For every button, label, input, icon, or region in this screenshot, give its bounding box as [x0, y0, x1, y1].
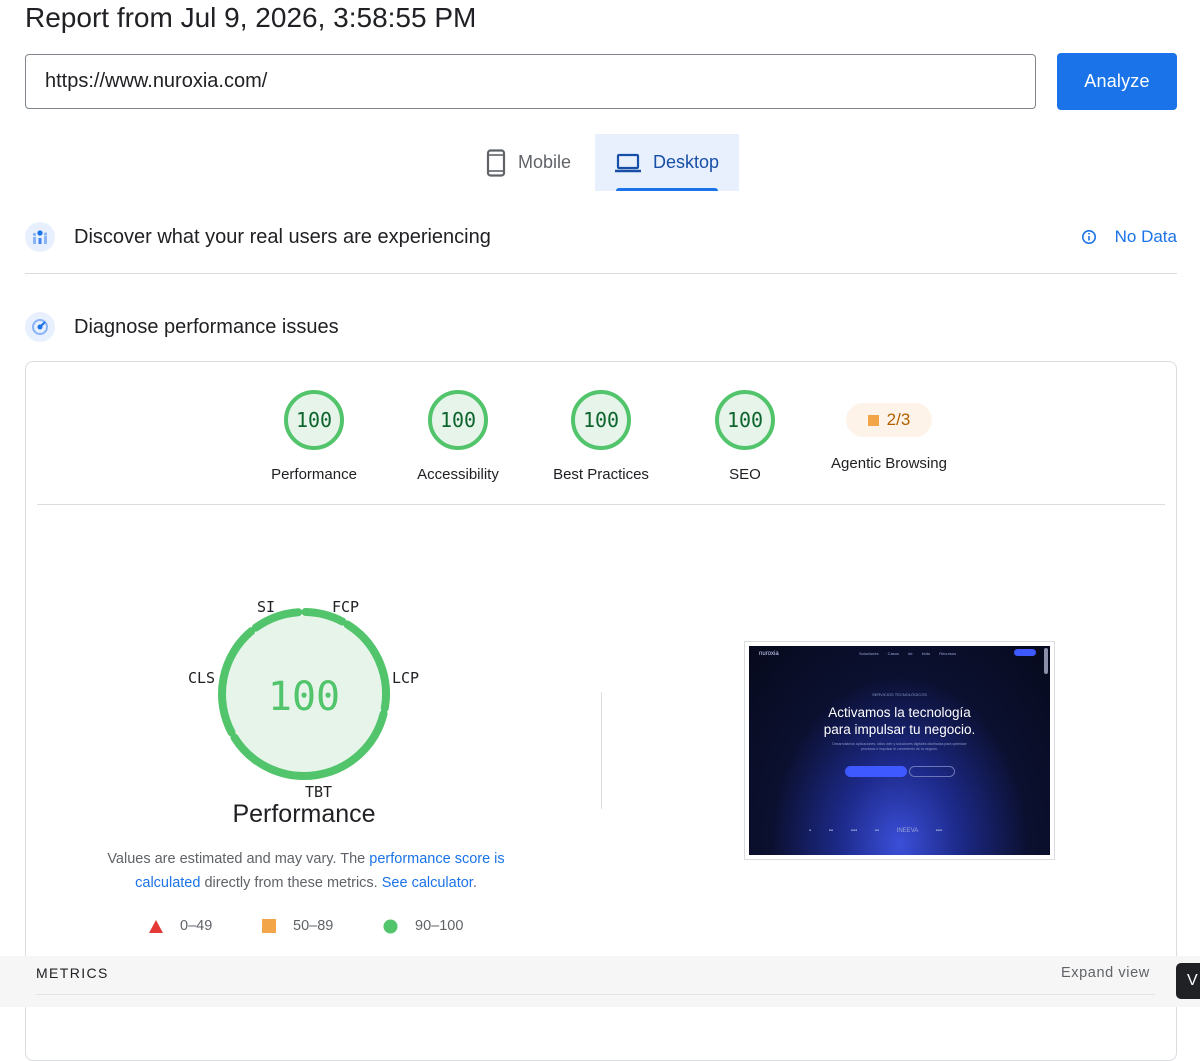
- metric-label-fcp: FCP: [332, 598, 360, 616]
- analyze-button[interactable]: Analyze: [1057, 53, 1177, 110]
- diagnose-section: Diagnose performance issues: [25, 312, 1177, 342]
- metrics-heading: METRICS: [36, 965, 109, 981]
- metric-label-tbt: TBT: [305, 783, 333, 801]
- score-label: Accessibility: [417, 466, 499, 483]
- field-data-title: Discover what your real users are experi…: [74, 225, 491, 248]
- agentic-score-pill: 2/3: [846, 403, 932, 437]
- url-input[interactable]: [25, 54, 1036, 109]
- score-performance[interactable]: 100 Performance: [234, 390, 394, 483]
- thumb-nav: Soluciones Casos de éxito Recursos: [859, 651, 957, 656]
- thumb-kicker: SERVICIOS TECNOLÓGICOS: [872, 692, 927, 697]
- diagnose-title: Diagnose performance issues: [74, 315, 339, 338]
- thumb-brand-logos: ▪ ▪▪ ▪▪▪ ▪▪ INEEVA ▪▪▪: [809, 828, 942, 834]
- legend-average: 50–89: [262, 918, 333, 934]
- metrics-divider: [36, 994, 1155, 995]
- thumb-headline-line: para impulsar tu negocio.: [823, 722, 976, 737]
- thumb-headline-line: Activamos la tecnología: [828, 705, 971, 720]
- triangle-icon: [149, 919, 163, 933]
- final-screenshot[interactable]: nuroxia Soluciones Casos de éxito Recurs…: [744, 641, 1055, 860]
- users-chart-icon: [25, 222, 55, 252]
- performance-score: 100: [268, 674, 340, 720]
- note-text: Values are estimated and may vary. The: [107, 851, 370, 867]
- agentic-label: Agentic Browsing: [831, 455, 947, 472]
- score-gauge: 100: [715, 390, 775, 450]
- thumb-scrollbar: [1044, 648, 1048, 674]
- corner-popup-button[interactable]: V: [1176, 963, 1200, 999]
- score-accessibility[interactable]: 100 Accessibility: [378, 390, 538, 483]
- metric-label-lcp: LCP: [392, 669, 420, 687]
- agentic-score: 2/3: [886, 410, 911, 429]
- thumb-secondary-button: [909, 766, 955, 777]
- vertical-divider: [601, 692, 602, 809]
- thumb-cta: [1014, 649, 1036, 656]
- metric-label-si: SI: [257, 598, 276, 616]
- metrics-bar: [0, 956, 1200, 1007]
- section-divider: [25, 273, 1177, 274]
- score-label: SEO: [729, 466, 761, 483]
- circle-icon: [383, 919, 398, 934]
- info-icon: [1081, 229, 1097, 245]
- thumb-subtext: Desarrollamos aplicaciones, sitios web y…: [832, 742, 967, 751]
- score-best-practices[interactable]: 100 Best Practices: [521, 390, 681, 483]
- metric-label-cls: CLS: [188, 669, 216, 687]
- page-screenshot-image: nuroxia Soluciones Casos de éxito Recurs…: [749, 646, 1050, 855]
- note-text: directly from these metrics.: [200, 875, 382, 891]
- gauge-icon: [25, 312, 55, 342]
- laptop-icon: [615, 153, 641, 173]
- average-square-icon: [867, 414, 879, 426]
- legend-average-label: 50–89: [293, 918, 334, 934]
- thumb-headline: Activamos la tecnología para impulsar tu …: [749, 704, 1050, 738]
- score-agentic-browsing[interactable]: 2/3 Agentic Browsing: [809, 390, 969, 472]
- phone-icon: [486, 148, 506, 177]
- note-text: .: [472, 875, 477, 891]
- tab-desktop-label: Desktop: [653, 152, 720, 172]
- thumb-logo: nuroxia: [759, 651, 779, 657]
- performance-title: Performance: [232, 800, 376, 828]
- legend-fail-label: 0–49: [180, 918, 213, 934]
- performance-note: Values are estimated and may vary. The p…: [86, 847, 526, 895]
- tab-mobile-label: Mobile: [518, 152, 572, 172]
- tab-desktop[interactable]: Desktop: [595, 134, 739, 191]
- score-label: Best Practices: [553, 466, 649, 483]
- score-gauge: 100: [571, 390, 631, 450]
- square-icon: [262, 919, 276, 933]
- tab-mobile[interactable]: Mobile: [470, 134, 594, 191]
- no-data-link[interactable]: No Data: [1081, 227, 1177, 247]
- legend-pass-label: 90–100: [415, 918, 464, 934]
- report-title: Report from Jul 9, 2026, 3:58:55 PM: [25, 2, 477, 33]
- legend-pass: 90–100: [383, 918, 463, 934]
- score-seo[interactable]: 100 SEO: [665, 390, 825, 483]
- score-label: Performance: [271, 466, 357, 483]
- selected-tab-indicator: [616, 188, 718, 191]
- no-data-label: No Data: [1114, 227, 1177, 246]
- score-gauge: 100: [284, 390, 344, 450]
- expand-view-toggle[interactable]: Expand view: [1061, 965, 1150, 981]
- score-gauge: 100: [428, 390, 488, 450]
- field-data-section: Discover what your real users are experi…: [25, 222, 1177, 252]
- legend-fail: 0–49: [149, 918, 212, 934]
- card-divider: [37, 504, 1165, 505]
- thumb-primary-button: [845, 766, 907, 777]
- see-calculator-link[interactable]: See calculator: [382, 875, 473, 891]
